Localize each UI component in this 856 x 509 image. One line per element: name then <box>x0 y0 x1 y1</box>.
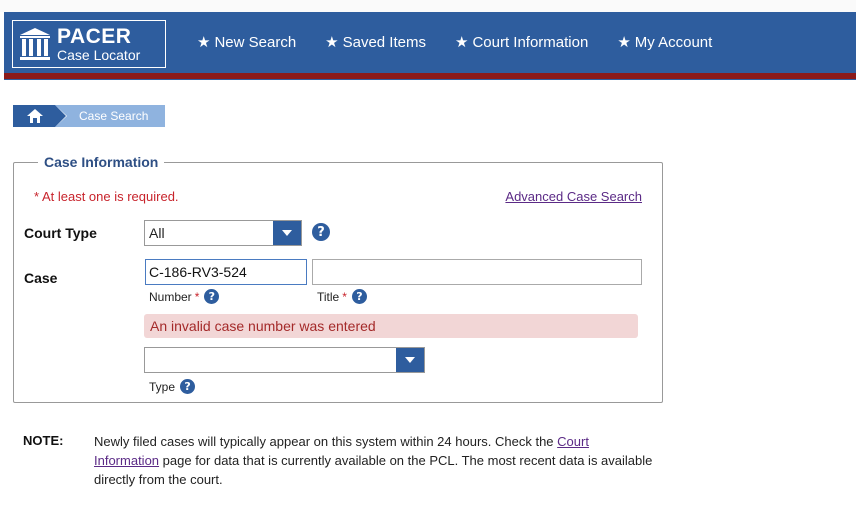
required-asterisk: * <box>342 289 347 304</box>
star-icon: ★ <box>197 34 211 51</box>
breadcrumb: Case Search <box>13 105 165 127</box>
case-type-help-icon[interactable]: ? <box>180 379 196 394</box>
pacer-logo[interactable]: PACER Case Locator <box>12 20 166 68</box>
case-information-fieldset: Case Information * At least one is requi… <box>13 154 663 403</box>
nav-new-search[interactable]: ★ New Search <box>197 33 296 51</box>
court-type-value: All <box>149 225 165 241</box>
nav-court-information[interactable]: ★ Court Information <box>455 33 588 51</box>
breadcrumb-home[interactable] <box>13 105 66 127</box>
breadcrumb-case-search[interactable]: Case Search <box>55 105 165 127</box>
advanced-case-search-link[interactable]: Advanced Case Search <box>505 189 642 204</box>
home-icon <box>27 109 43 123</box>
case-number-input[interactable]: C-186-RV3-524 <box>145 259 307 285</box>
court-type-label: Court Type <box>24 225 97 241</box>
star-icon: ★ <box>617 34 631 51</box>
nav-saved-items[interactable]: ★ Saved Items <box>325 33 426 51</box>
star-icon: ★ <box>454 34 469 51</box>
case-title-input[interactable] <box>312 259 642 285</box>
case-number-sublabel: Number * ? <box>149 289 220 304</box>
note-label: NOTE: <box>23 433 64 448</box>
top-strip <box>0 0 856 12</box>
main-nav: ★ New Search ★ Saved Items ★ Court Informat… <box>197 33 741 51</box>
fieldset-legend: Case Information <box>38 154 165 170</box>
case-label: Case <box>24 270 58 286</box>
note-text: Newly filed cases will typically appear … <box>94 434 653 487</box>
logo-title: PACER <box>57 25 132 48</box>
chevron-down-icon <box>396 348 424 372</box>
case-title-help-icon[interactable]: ? <box>351 289 367 304</box>
case-title-sublabel: Title * ? <box>317 289 367 304</box>
header-accent-bar <box>4 73 856 79</box>
courthouse-icon <box>20 28 50 60</box>
chevron-down-icon <box>273 221 301 245</box>
case-number-help-icon[interactable]: ? <box>204 289 220 304</box>
site-header: PACER Case Locator ★ New Search ★ Saved It… <box>4 12 856 80</box>
case-type-sublabel: Type ? <box>149 379 196 394</box>
invalid-case-error: An invalid case number was entered <box>144 314 638 338</box>
nav-my-account[interactable]: ★ My Account <box>617 33 712 51</box>
required-asterisk: * <box>194 289 200 304</box>
case-type-select[interactable] <box>144 347 425 373</box>
required-note: * At least one is required. <box>34 189 179 204</box>
court-type-select[interactable]: All <box>144 220 302 246</box>
star-icon: ★ <box>325 34 339 51</box>
court-type-help-icon[interactable]: ? <box>312 223 330 241</box>
logo-subtitle: Case Locator <box>57 47 141 63</box>
